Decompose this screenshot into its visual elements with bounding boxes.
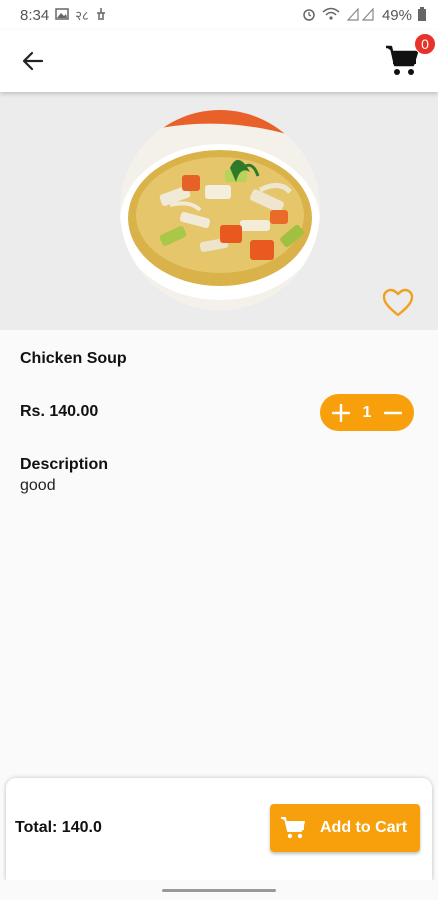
heart-outline-icon	[382, 288, 414, 317]
arrow-left-icon	[22, 51, 44, 71]
increase-quantity-button[interactable]	[332, 403, 350, 422]
notification-icon	[95, 7, 107, 24]
signal-icon	[346, 6, 376, 24]
total-label: Total: 140.0	[15, 819, 102, 836]
battery-icon	[418, 6, 426, 24]
quantity-value: 1	[362, 403, 372, 421]
carrier-text: २८	[75, 8, 89, 23]
add-to-cart-label: Add to Cart	[320, 819, 408, 836]
checkout-bar: Total: 140.0 Add to Cart	[6, 778, 432, 880]
minus-icon	[384, 411, 402, 414]
add-to-cart-button[interactable]: Add to Cart	[270, 804, 420, 852]
product-image	[120, 110, 320, 310]
status-right: 49%	[302, 6, 426, 24]
alarm-icon	[302, 7, 316, 24]
app-bar: 0	[0, 30, 438, 92]
product-price: Rs. 140.00	[20, 403, 99, 420]
cart-plus-icon	[281, 817, 305, 839]
back-button[interactable]	[16, 44, 50, 78]
battery-percent: 49%	[381, 6, 412, 24]
decrease-quantity-button[interactable]	[384, 404, 402, 422]
product-name: Chicken Soup	[20, 350, 127, 367]
status-bar: 8:34 २८ 49%	[0, 0, 438, 30]
favorite-button[interactable]	[380, 285, 416, 321]
plus-icon	[332, 403, 350, 422]
product-hero	[0, 92, 438, 330]
cart-button[interactable]: 0	[382, 33, 436, 81]
system-nav-bar	[0, 880, 438, 900]
wifi-icon	[322, 7, 340, 24]
description-heading: Description	[20, 456, 109, 473]
gallery-icon	[55, 7, 69, 24]
status-time: 8:34	[20, 6, 50, 24]
shopping-cart-icon	[386, 45, 419, 75]
quantity-stepper: 1	[320, 394, 414, 431]
description-text: good	[20, 477, 56, 494]
home-indicator[interactable]	[162, 889, 276, 892]
cart-count-badge: 0	[414, 33, 436, 55]
status-left: 8:34 २८	[20, 6, 107, 24]
